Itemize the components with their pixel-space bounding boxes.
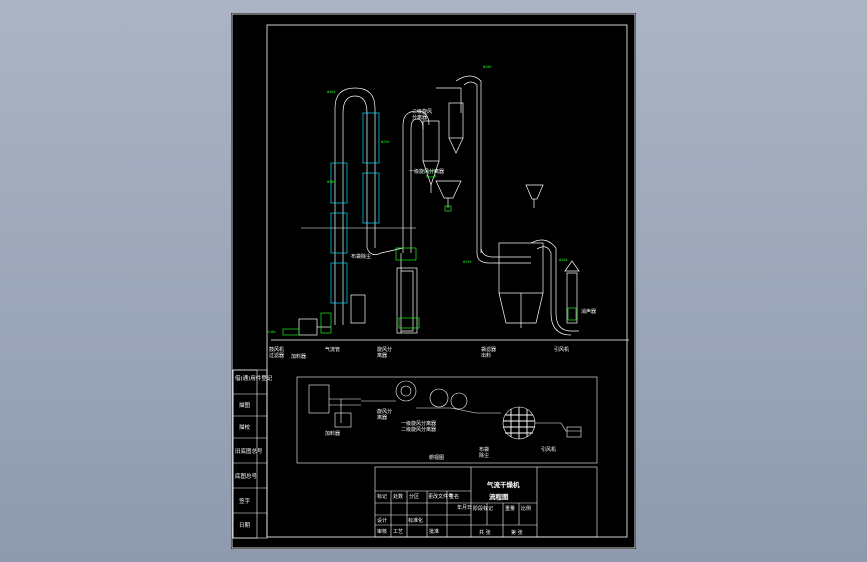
drawing-title-line2: 流程图 [489, 492, 509, 501]
svg-text:重量: 重量 [505, 505, 515, 512]
side-label-1: 描图 [239, 401, 251, 409]
inner-border [266, 24, 628, 538]
exhaust-duct [530, 239, 579, 332]
svg-text:批准: 批准 [429, 528, 439, 535]
svg-text:标准化: 标准化 [408, 517, 423, 524]
label-cyclone-1: 一级旋风分离器 [409, 168, 444, 175]
plan-fan [566, 426, 582, 438]
svg-text:工艺: 工艺 [393, 529, 403, 535]
title-block [374, 466, 598, 538]
svg-text:第 张: 第 张 [511, 529, 523, 536]
plan-cyclone-1 [395, 380, 417, 402]
process-flow-diagram: 借(通)用件登记 描图 描校 旧底图总号 底图总号 签字 日期 鼓风机过滤器 加… [231, 13, 636, 549]
svg-text:分区: 分区 [409, 493, 419, 500]
blower [298, 318, 318, 336]
svg-text:标记: 标记 [377, 493, 387, 500]
label-bag-dust: 布袋除尘 [351, 253, 371, 260]
svg-text:Φ300: Φ300 [327, 180, 335, 184]
svg-text:Φ250: Φ250 [381, 140, 389, 144]
svg-text:Φ200: Φ200 [483, 65, 491, 69]
discharge-hopper [435, 180, 462, 199]
plan-label-cyclone: 旋风分离器 [377, 408, 392, 421]
side-label-4: 底图总号 [235, 472, 258, 480]
svg-text:Φ100: Φ100 [559, 258, 567, 262]
riser-pipe-1 [334, 87, 376, 325]
label-cyclone-2: 二级旋风分离器 [412, 108, 432, 121]
side-label-0: 借(通)用件登记 [235, 374, 273, 382]
svg-text:H=8m: H=8m [267, 330, 275, 334]
feed-hopper [525, 184, 544, 200]
plan-feeder [308, 384, 330, 414]
svg-text:比例: 比例 [521, 505, 531, 512]
plan-label-bag: 布袋除尘 [479, 446, 489, 459]
side-revision-block: 借(通)用件登记 描图 描校 旧底图总号 底图总号 签字 日期 [232, 369, 273, 539]
side-label-6: 日期 [239, 522, 251, 529]
svg-text:Φ150: Φ150 [463, 260, 471, 264]
svg-text:阶段标记: 阶段标记 [473, 505, 493, 512]
plan-label-feeder: 加料器 [325, 430, 340, 437]
lower-cyclone [396, 267, 418, 334]
label-silencer: 消声器 [581, 308, 596, 315]
plan-label-title: 俯视图 [429, 454, 444, 461]
label-feeder: 加料器 [291, 353, 306, 360]
svg-text:共 张: 共 张 [479, 529, 491, 536]
svg-text:签名: 签名 [449, 493, 459, 500]
plan-view [308, 380, 582, 440]
bag-filter [498, 242, 544, 294]
plan-cyclone-2 [450, 392, 468, 410]
side-label-3: 旧底图总号 [235, 447, 263, 455]
cyclone-1 [422, 120, 440, 162]
label-bag-discharge: 袋滤器出料 [481, 346, 496, 359]
side-label-2: 描校 [239, 423, 251, 431]
svg-text:年月日: 年月日 [457, 504, 472, 511]
cad-drawing-sheet: 借(通)用件登记 描图 描校 旧底图总号 底图总号 签字 日期 鼓风机过滤器 加… [231, 13, 636, 549]
label-blower: 鼓风机过滤器 [269, 346, 284, 359]
chimney [566, 272, 578, 324]
riser-pipe-2 [402, 110, 430, 253]
svg-text:审核: 审核 [377, 528, 387, 535]
svg-text:处数: 处数 [393, 493, 403, 500]
side-label-5: 签字 [239, 497, 251, 505]
label-air-pipe: 气流管 [325, 346, 340, 353]
svg-text:Φ400: Φ400 [327, 90, 335, 94]
label-cyclone: 旋风分离器 [377, 346, 392, 359]
plan-label-fan: 引风机 [541, 446, 556, 453]
label-fan: 引风机 [554, 346, 569, 353]
svg-text:设计: 设计 [377, 517, 387, 524]
outer-border [231, 13, 636, 549]
drawing-title-line1: 气流干燥机 [486, 480, 520, 489]
plan-label-cyclones: 一级旋风分离器二级旋风分离器 [401, 420, 436, 433]
